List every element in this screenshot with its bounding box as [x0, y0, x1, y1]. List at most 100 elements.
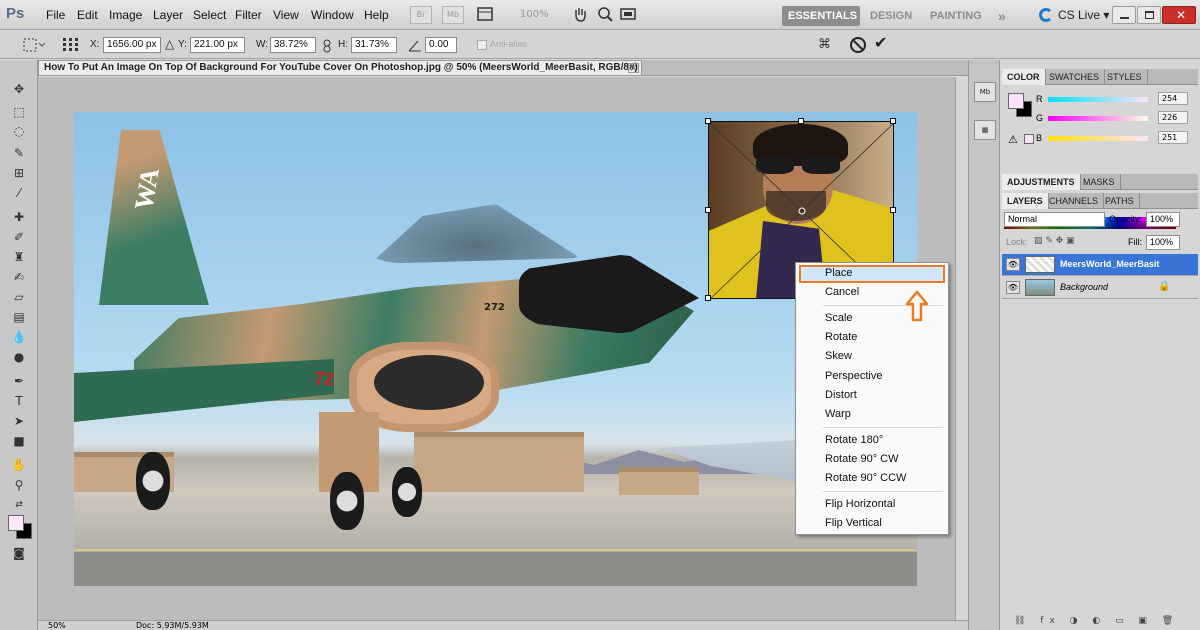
tab-adjustments[interactable]: ADJUSTMENTS [1002, 174, 1081, 190]
screen-mode-icon[interactable] [620, 6, 636, 22]
brush-presets-icon[interactable]: ▦ [974, 120, 996, 140]
menu-window[interactable]: Window [311, 8, 354, 22]
move-tool-icon[interactable]: ✥ [11, 82, 27, 96]
commit-transform-icon[interactable]: ✔ [874, 33, 887, 52]
handle-top-right[interactable] [890, 118, 896, 124]
hand-icon[interactable]: ✋ [11, 458, 27, 472]
status-zoom[interactable]: 50% [48, 621, 66, 630]
color-panel-foreground[interactable] [1008, 93, 1024, 109]
layer-row-placed[interactable]: 👁 MeersWorld_MeerBasit [1002, 254, 1198, 276]
maximize-button[interactable] [1137, 6, 1161, 24]
clone-stamp-tool-icon[interactable]: ♜ [11, 250, 27, 264]
handle-bottom-left[interactable] [705, 295, 711, 301]
menu-filter[interactable]: Filter [235, 8, 262, 22]
zoom-level-select[interactable]: 100% [520, 9, 549, 20]
workspace-more-icon[interactable]: » [992, 6, 1012, 26]
path-selection-tool-icon[interactable]: ➤ [11, 414, 27, 428]
view-extras-icon[interactable] [477, 6, 493, 22]
foreground-color-swatch[interactable] [8, 515, 24, 531]
width-field[interactable]: 38.72% [270, 37, 316, 53]
menu-item-flip-vertical[interactable]: Flip Vertical [825, 514, 945, 533]
handle-middle-right[interactable] [890, 207, 896, 213]
gamut-color-swatch[interactable] [1024, 134, 1034, 144]
gamut-warning-icon[interactable]: ⚠ [1008, 133, 1018, 146]
workspace-essentials[interactable]: ESSENTIALS [782, 6, 860, 26]
menu-select[interactable]: Select [193, 8, 226, 22]
handle-middle-left[interactable] [705, 207, 711, 213]
warp-mode-icon[interactable]: ⌘ [818, 37, 831, 52]
x-position-field[interactable]: 1656.00 px [103, 37, 161, 53]
layer-name[interactable]: MeersWorld_MeerBasit [1060, 259, 1159, 269]
handle-top-left[interactable] [705, 118, 711, 124]
menu-item-flip-horizontal[interactable]: Flip Horizontal [825, 495, 945, 514]
visibility-eye-icon[interactable]: 👁 [1006, 258, 1020, 271]
quick-selection-tool-icon[interactable]: ✎ [11, 146, 27, 160]
zoom-icon[interactable]: ⚲ [11, 478, 27, 492]
tab-masks[interactable]: MASKS [1078, 174, 1121, 190]
handle-top-center[interactable] [798, 118, 804, 124]
y-position-field[interactable]: 221.00 px [190, 37, 245, 53]
tab-swatches[interactable]: SWATCHES [1044, 69, 1106, 85]
quick-mask-icon[interactable]: ◙ [11, 546, 27, 560]
shape-tool-icon[interactable]: ■ [11, 434, 27, 448]
menu-item-distort[interactable]: Distort [825, 386, 945, 405]
cs-live-menu[interactable]: CS Live ▾ [1058, 8, 1109, 22]
menu-item-perspective[interactable]: Perspective [825, 367, 945, 386]
menu-item-skew[interactable]: Skew [825, 347, 945, 366]
lasso-tool-icon[interactable]: ◌ [11, 124, 27, 138]
relative-position-icon[interactable]: △ [165, 37, 174, 51]
healing-brush-tool-icon[interactable]: ✚ [11, 210, 27, 224]
height-field[interactable]: 31.73% [351, 37, 397, 53]
blur-tool-icon[interactable]: 💧 [11, 330, 27, 344]
reference-point-icon[interactable] [62, 37, 80, 53]
gradient-tool-icon[interactable]: ▤ [11, 310, 27, 324]
tab-channels[interactable]: CHANNELS [1044, 193, 1105, 209]
antialias-checkbox[interactable] [477, 40, 487, 50]
vertical-scrollbar[interactable] [955, 77, 968, 620]
link-icon[interactable] [322, 39, 332, 53]
crop-tool-icon[interactable]: ⊞ [11, 166, 27, 180]
fill-field[interactable]: 100% [1146, 235, 1180, 250]
menu-help[interactable]: Help [364, 8, 389, 22]
red-slider[interactable] [1048, 97, 1148, 102]
menu-layer[interactable]: Layer [153, 8, 183, 22]
type-tool-icon[interactable]: T [11, 394, 27, 408]
marquee-tool-icon[interactable]: ⬚ [11, 105, 27, 119]
blue-slider[interactable] [1048, 136, 1148, 141]
rotate-angle-field[interactable]: 0.00 [425, 37, 457, 53]
blend-mode-select[interactable]: Normal [1004, 212, 1105, 227]
zoom-tool-icon[interactable] [597, 6, 613, 22]
mini-bridge-panel-button[interactable]: Mb [974, 82, 996, 102]
hand-tool-icon[interactable] [572, 6, 588, 22]
menu-item-rotate-90-cw[interactable]: Rotate 90° CW [825, 450, 945, 469]
menu-file[interactable]: File [46, 8, 65, 22]
cancel-transform-icon[interactable] [850, 37, 866, 53]
minimize-button[interactable] [1112, 6, 1136, 24]
document-tab[interactable]: How To Put An Image On Top Of Background… [38, 60, 642, 76]
eyedropper-tool-icon[interactable]: ⁄ [11, 186, 27, 200]
swap-colors-icon[interactable]: ⇄ [11, 498, 27, 512]
mini-bridge-button[interactable]: Mb [442, 6, 464, 24]
menu-view[interactable]: View [273, 8, 299, 22]
blue-value-field[interactable]: 251 [1158, 131, 1188, 144]
close-window-button[interactable]: ✕ [1162, 6, 1196, 24]
transform-tool-icon[interactable] [22, 37, 46, 53]
dodge-tool-icon[interactable]: ● [11, 350, 27, 364]
menu-item-rotate-180[interactable]: Rotate 180° [825, 431, 945, 450]
eraser-tool-icon[interactable]: ▱ [11, 290, 27, 304]
tab-paths[interactable]: PATHS [1100, 193, 1140, 209]
green-value-field[interactable]: 226 [1158, 111, 1188, 124]
workspace-painting[interactable]: PAINTING [924, 6, 988, 26]
menu-item-place[interactable]: Place [825, 264, 945, 283]
bridge-button[interactable]: Br [410, 6, 432, 24]
workspace-design[interactable]: DESIGN [864, 6, 918, 26]
lock-icons[interactable]: ▨ ✎ ✥ ▣ [1034, 236, 1075, 246]
menu-edit[interactable]: Edit [77, 8, 98, 22]
history-brush-tool-icon[interactable]: ✍ [11, 270, 27, 284]
close-document-icon[interactable]: × [628, 63, 639, 74]
menu-image[interactable]: Image [109, 8, 142, 22]
menu-item-rotate[interactable]: Rotate [825, 328, 945, 347]
opacity-field[interactable]: 100% [1146, 212, 1180, 227]
green-slider[interactable] [1048, 116, 1148, 121]
tab-styles[interactable]: STYLES [1102, 69, 1148, 85]
